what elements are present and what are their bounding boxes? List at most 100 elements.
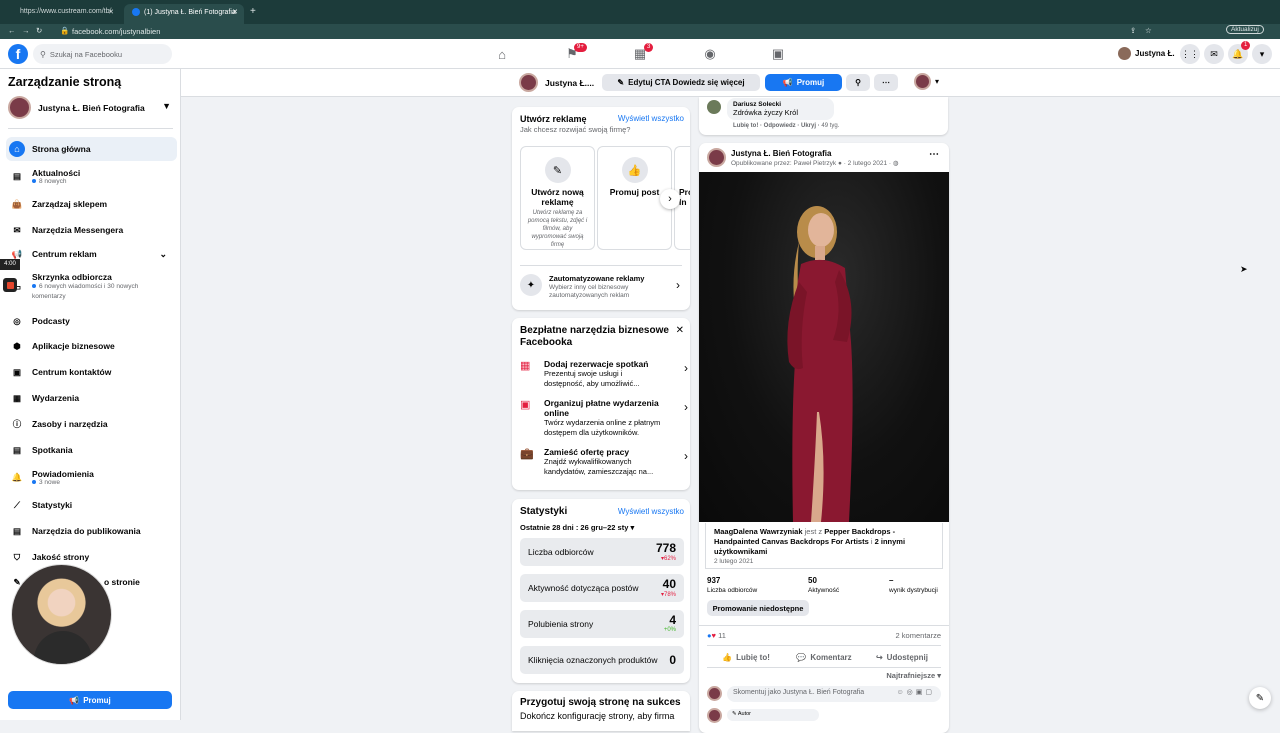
stat-row[interactable]: Kliknięcia oznaczonych produktów 0 bbox=[520, 646, 684, 674]
post-author-avatar[interactable] bbox=[707, 148, 726, 167]
actor-avatar[interactable] bbox=[914, 73, 931, 90]
tool-item-job-offer[interactable]: 💼 Zamieść ofertę pracy Znajdź wykwalifiko… bbox=[520, 447, 692, 477]
sidebar-item-label: Powiadomienia bbox=[32, 468, 94, 479]
back-icon[interactable]: ← bbox=[8, 26, 16, 35]
more-button[interactable]: ⋯ bbox=[874, 74, 898, 91]
sidebar-item-publishing-tools[interactable]: ▤ Narzędzia do publikowania bbox=[6, 519, 177, 543]
carousel-next-button[interactable]: › bbox=[660, 189, 680, 209]
stat-row[interactable]: Polubienia strony 4 +0% bbox=[520, 610, 684, 638]
sidebar-promote-button[interactable]: 📢 Promuj bbox=[8, 691, 172, 709]
reply-link[interactable]: Odpowiedz bbox=[764, 123, 796, 129]
comment-button[interactable]: 💬 Komentarz bbox=[785, 648, 863, 666]
metric-label: Aktywność bbox=[808, 587, 840, 594]
post-author[interactable]: Justyna Ł. Bień Fotografia bbox=[731, 149, 831, 158]
sidebar-item-ads[interactable]: 📢 Centrum reklam ⌄ bbox=[6, 242, 177, 266]
post-photo[interactable] bbox=[699, 172, 949, 522]
close-icon[interactable]: ✕ bbox=[108, 8, 114, 16]
compose-icon: ✎ bbox=[1255, 692, 1265, 704]
sidebar-item-appointments[interactable]: ▤ Spotkania bbox=[6, 438, 177, 462]
webcam-person-body bbox=[34, 631, 92, 664]
comment-sort-dropdown[interactable]: Najtrafniejsze ▾ bbox=[886, 671, 941, 680]
tagged-person[interactable]: MaagDalena Wawrzyniak bbox=[714, 527, 803, 536]
commenter-avatar[interactable] bbox=[707, 686, 722, 701]
sidebar-item-home[interactable]: ⌂ Strona główna bbox=[6, 137, 177, 161]
like-button[interactable]: 👍 Lubię to! bbox=[707, 648, 785, 666]
comments-count[interactable]: 2 komentarze bbox=[896, 631, 941, 640]
search-input[interactable]: Szukaj na Facebooku bbox=[50, 50, 122, 59]
edit-cta-button[interactable]: ✎ Edytuj CTA Dowiedz się więcej bbox=[602, 74, 760, 91]
like-link[interactable]: Lubię to! bbox=[733, 123, 758, 129]
search-box[interactable]: ⚲ Szukaj na Facebooku bbox=[33, 44, 172, 64]
sidebar-item-news[interactable]: ▤ Aktualności 8 nowych bbox=[6, 162, 177, 190]
profile-name[interactable]: Justyna Ł. bbox=[1135, 49, 1175, 58]
bookmark-star-icon[interactable]: ☆ bbox=[1145, 26, 1152, 35]
gaming-icon[interactable]: ▣ bbox=[770, 46, 786, 62]
record-stop-button[interactable] bbox=[3, 278, 17, 292]
page-switcher[interactable]: Justyna Ł. Bień Fotografia ▼ bbox=[8, 96, 173, 120]
page-header-name[interactable]: Justyna Ł.... bbox=[545, 78, 594, 88]
sidebar-item-label: Skrzynka odbiorcza bbox=[32, 272, 112, 282]
share-button[interactable]: ↪ Udostępnij bbox=[863, 648, 941, 666]
post-date[interactable]: 2 lutego 2021 bbox=[848, 160, 887, 167]
stat-row[interactable]: Aktywność dotycząca postów 40 ▾78% bbox=[520, 574, 684, 602]
hide-link[interactable]: Ukryj bbox=[801, 123, 816, 129]
url-field[interactable]: facebook.com/justynalbien bbox=[72, 27, 160, 36]
avatar[interactable] bbox=[707, 100, 721, 114]
browser-tab[interactable]: https://www.custream.com/tb/✕ bbox=[12, 4, 120, 24]
reload-icon[interactable]: ↻ bbox=[36, 26, 42, 35]
close-icon[interactable]: ✕ bbox=[232, 8, 238, 16]
avatar[interactable] bbox=[1118, 47, 1131, 60]
tool-item-paid-events[interactable]: ▣ Organizuj płatne wydarzenia online Twór… bbox=[520, 398, 692, 438]
search-button[interactable]: ⚲ bbox=[846, 74, 870, 91]
close-icon[interactable]: ✕ bbox=[676, 325, 684, 336]
love-reaction-icon: ♥ bbox=[711, 631, 716, 640]
groups-icon[interactable]: ◉ bbox=[702, 46, 718, 62]
shop-bag-icon: 👜 bbox=[11, 198, 23, 209]
sidebar-item-inbox[interactable]: ▭ Skrzynka odbiorcza 6 nowych wiadomości i… bbox=[6, 270, 177, 304]
facebook-logo-icon[interactable]: f bbox=[8, 44, 28, 64]
menu-grid-icon[interactable]: ⋮⋮ bbox=[1180, 44, 1200, 64]
sidebar-item-events[interactable]: ▦ Wydarzenia bbox=[6, 386, 177, 410]
sidebar-item-business-apps[interactable]: ⬢ Aplikacje biznesowe bbox=[6, 334, 177, 358]
sidebar-item-messenger[interactable]: ✉ Narzędzia Messengera bbox=[6, 218, 177, 242]
sidebar-item-podcasts[interactable]: ◎ Podcasty bbox=[6, 309, 177, 333]
share-icon[interactable]: ⇪ bbox=[1130, 26, 1136, 35]
avatar[interactable] bbox=[707, 708, 722, 723]
home-icon[interactable]: ⌂ bbox=[494, 46, 510, 62]
info-icon[interactable]: ● bbox=[838, 160, 842, 167]
browser-tab-active[interactable]: (1) Justyna Ł. Bień Fotografia ✕ bbox=[124, 4, 244, 24]
stat-label: Liczba odbiorców bbox=[528, 547, 594, 557]
account-chevron-icon[interactable]: ▾ bbox=[1252, 44, 1272, 64]
page-avatar[interactable] bbox=[519, 73, 538, 92]
promotion-unavailable-button[interactable]: Promowanie niedostępne bbox=[707, 600, 809, 616]
sidebar-item-resources[interactable]: ⓘ Zasoby i narzędzia bbox=[6, 412, 177, 436]
automated-ads-row[interactable]: ✦ Zautomatyzowane reklamy Wybierz inny c… bbox=[518, 270, 684, 304]
messenger-icon[interactable]: ✉ bbox=[1204, 44, 1224, 64]
comment-input[interactable]: Skomentuj jako Justyna Ł. Bień Fotografi… bbox=[727, 686, 941, 702]
new-message-button[interactable]: ✎ bbox=[1249, 687, 1271, 709]
see-all-link[interactable]: Wyświetl wszystko bbox=[618, 114, 684, 123]
reactions-summary[interactable]: ●♥ 11 bbox=[707, 631, 726, 640]
sidebar-item-contacts[interactable]: ▣ Centrum kontaktów bbox=[6, 360, 177, 384]
tool-item-appointments[interactable]: ▦ Dodaj rezerwacje spotkań Prezentuj swoj… bbox=[520, 359, 692, 389]
sidebar-item-insights[interactable]: ⟋ Statystyki bbox=[6, 493, 177, 517]
edit-square-icon: ✎ bbox=[544, 157, 571, 183]
update-button[interactable]: Aktualizuj bbox=[1226, 25, 1264, 34]
sidebar-item-page-quality[interactable]: ⛉ Jakość strony bbox=[6, 545, 177, 569]
caret-down-icon[interactable]: ▾ bbox=[935, 77, 939, 86]
new-tab-icon[interactable]: + bbox=[250, 6, 256, 17]
sidebar-item-shop[interactable]: 👜 Zarządzaj sklepem bbox=[6, 192, 177, 216]
post-meta: Opublikowane przez: Paweł Pietrzyk ● · 2… bbox=[731, 160, 899, 167]
sidebar-item-label: Wydarzenia bbox=[32, 393, 80, 403]
see-all-link[interactable]: Wyświetl wszystko bbox=[618, 507, 684, 516]
comment-author[interactable]: Dariusz Solecki bbox=[733, 101, 828, 108]
previous-post-comment: Dariusz Solecki Zdrówka życzy Król Lubię… bbox=[699, 97, 948, 135]
more-dots-icon[interactable]: ⋯ bbox=[929, 149, 939, 160]
stat-row[interactable]: Liczba odbiorców 778 ▾62% bbox=[520, 538, 684, 566]
ad-option-new-ad[interactable]: ✎ Utwórz nową reklamę Utwórz reklamę za … bbox=[520, 146, 595, 250]
promote-button[interactable]: 📢 Promuj bbox=[765, 74, 842, 91]
forward-icon[interactable]: → bbox=[22, 26, 30, 35]
period-selector[interactable]: Ostatnie 28 dni : 26 gru–22 sty ▾ bbox=[520, 523, 634, 532]
emoji-camera-gif-sticker-icons[interactable]: ☺◎▣▢ bbox=[897, 688, 935, 696]
sidebar-item-notifications[interactable]: 🔔 Powiadomienia 3 nowe bbox=[6, 463, 177, 491]
